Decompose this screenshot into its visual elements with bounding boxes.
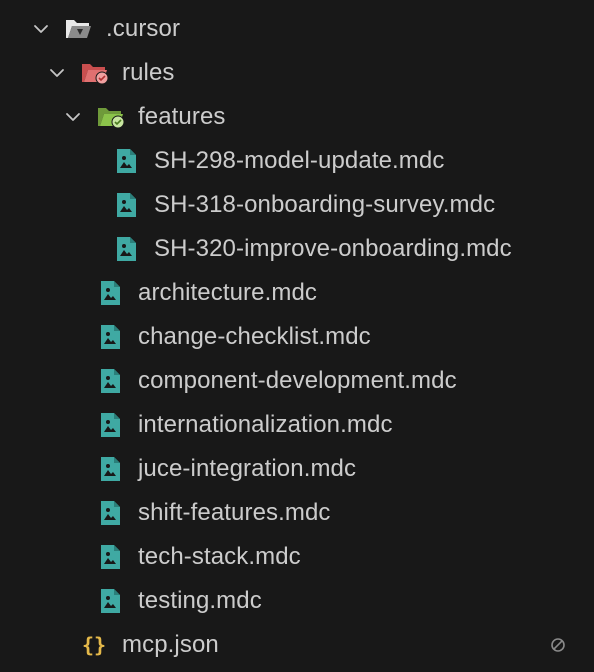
- markdown-file-icon: [101, 545, 120, 569]
- markdown-file-icon: [117, 237, 136, 261]
- file-label: SH-318-onboarding-survey.mdc: [154, 191, 496, 218]
- folder-label: rules: [122, 59, 175, 86]
- tree-item-json-file[interactable]: {} mcp.json: [0, 623, 594, 667]
- file-label: SH-298-model-update.mdc: [154, 147, 445, 174]
- tree-item-features-folder[interactable]: features: [0, 95, 594, 139]
- file-label: component-development.mdc: [138, 367, 457, 394]
- markdown-file-icon: [101, 501, 120, 525]
- chevron-down-icon[interactable]: [65, 109, 81, 125]
- tree-item-file[interactable]: SH-320-improve-onboarding.mdc: [0, 227, 594, 271]
- folder-label: features: [138, 103, 226, 130]
- tree-item-file[interactable]: change-checklist.mdc: [0, 315, 594, 359]
- markdown-file-icon: [101, 589, 120, 613]
- file-label: tech-stack.mdc: [138, 543, 301, 570]
- markdown-file-icon: [101, 413, 120, 437]
- file-label: mcp.json: [122, 631, 219, 658]
- tree-item-file[interactable]: shift-features.mdc: [0, 491, 594, 535]
- folder-label: .cursor: [106, 15, 181, 42]
- markdown-file-icon: [101, 281, 120, 305]
- markdown-file-icon: [101, 457, 120, 481]
- markdown-file-icon: [117, 149, 136, 173]
- file-explorer-tree: .cursor rules features SH-298-model-upda…: [0, 0, 594, 672]
- tree-item-rules-folder[interactable]: rules: [0, 51, 594, 95]
- file-label: testing.mdc: [138, 587, 262, 614]
- markdown-file-icon: [101, 369, 120, 393]
- tree-item-file[interactable]: juce-integration.mdc: [0, 447, 594, 491]
- markdown-file-icon: [117, 193, 136, 217]
- svg-text:{}: {}: [82, 633, 106, 657]
- file-label: change-checklist.mdc: [138, 323, 371, 350]
- tree-item-file[interactable]: SH-298-model-update.mdc: [0, 139, 594, 183]
- file-label: SH-320-improve-onboarding.mdc: [154, 235, 512, 262]
- tree-item-file[interactable]: tech-stack.mdc: [0, 535, 594, 579]
- tree-item-file[interactable]: component-development.mdc: [0, 359, 594, 403]
- chevron-down-icon[interactable]: [33, 21, 49, 37]
- markdown-file-icon: [101, 325, 120, 349]
- tree-item-file[interactable]: testing.mdc: [0, 579, 594, 623]
- file-label: internationalization.mdc: [138, 411, 393, 438]
- file-label: architecture.mdc: [138, 279, 317, 306]
- file-label: juce-integration.mdc: [138, 455, 357, 482]
- json-braces-icon: {}: [82, 633, 106, 657]
- ignored-icon: [551, 638, 565, 652]
- folder-open-icon: [66, 20, 91, 38]
- file-label: shift-features.mdc: [138, 499, 331, 526]
- chevron-down-icon[interactable]: [49, 65, 65, 81]
- tree-item-file[interactable]: architecture.mdc: [0, 271, 594, 315]
- tree-item-file[interactable]: SH-318-onboarding-survey.mdc: [0, 183, 594, 227]
- tree-item-cursor-folder[interactable]: .cursor: [0, 7, 594, 51]
- folder-open-green-icon: [98, 108, 124, 129]
- tree-item-file[interactable]: internationalization.mdc: [0, 403, 594, 447]
- folder-open-red-icon: [82, 64, 108, 85]
